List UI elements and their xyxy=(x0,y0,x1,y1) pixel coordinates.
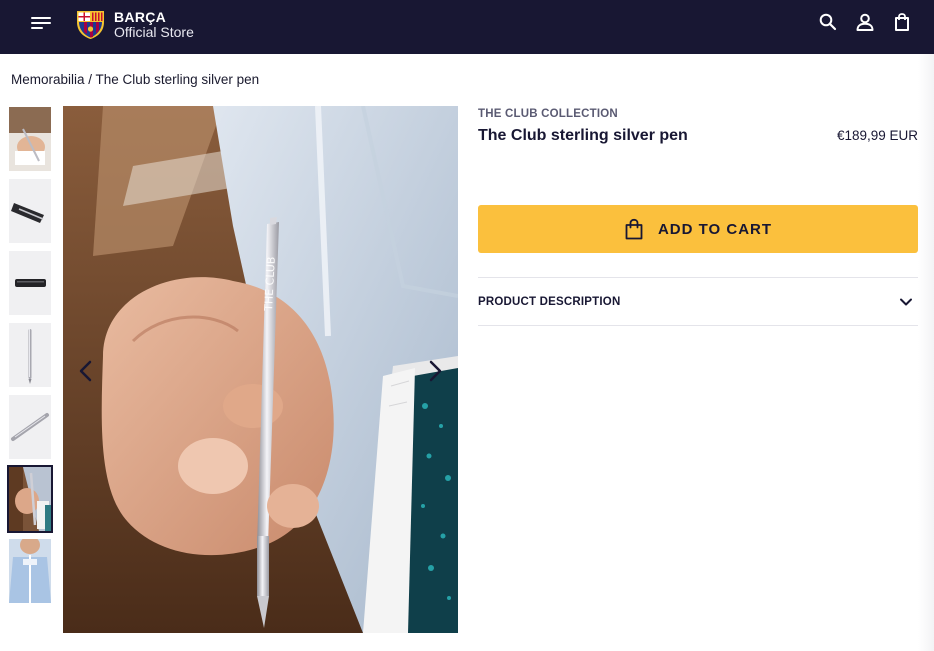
menu-icon[interactable] xyxy=(31,15,51,31)
bag-icon[interactable] xyxy=(892,12,912,32)
thumbnail-person-with-pen[interactable] xyxy=(9,539,51,603)
main-product-image: THE CLUB xyxy=(63,106,458,633)
shopping-bag-icon xyxy=(625,218,643,240)
user-icon[interactable] xyxy=(855,12,875,32)
header-actions xyxy=(818,12,912,32)
product-description-toggle[interactable]: PRODUCT DESCRIPTION xyxy=(478,277,918,326)
top-navigation-bar: BARÇA Official Store xyxy=(0,0,934,54)
chevron-left-icon[interactable] xyxy=(73,358,99,384)
thumbnail-pen-vertical[interactable] xyxy=(9,323,51,387)
product-description-label: PRODUCT DESCRIPTION xyxy=(478,295,621,308)
product-info-panel: THE CLUB COLLECTION The Club sterling si… xyxy=(478,106,918,326)
collection-label[interactable]: THE CLUB COLLECTION xyxy=(478,108,918,120)
product-price: €189,99 EUR xyxy=(836,128,918,143)
add-to-cart-label: ADD TO CART xyxy=(657,220,773,238)
breadcrumb: Memorabilia / The Club sterling silver p… xyxy=(11,72,259,87)
thumbnail-strip xyxy=(7,107,53,611)
scroll-edge-shadow xyxy=(918,54,934,651)
breadcrumb-link-memorabilia[interactable]: Memorabilia xyxy=(11,72,85,87)
product-photo: THE CLUB xyxy=(63,106,458,633)
thumbnail-pen-in-box[interactable] xyxy=(9,179,51,243)
title-row: The Club sterling silver pen €189,99 EUR xyxy=(478,127,918,145)
product-title: The Club sterling silver pen xyxy=(478,127,688,144)
thumbnail-pen-held-active[interactable] xyxy=(7,465,53,533)
thumbnail-pen-diagonal[interactable] xyxy=(9,395,51,459)
chevron-right-icon[interactable] xyxy=(422,358,448,384)
brand-name: BARÇA xyxy=(114,8,167,25)
thumbnail-pen-case[interactable] xyxy=(9,251,51,315)
chevron-down-icon xyxy=(900,298,912,305)
brand-subtitle: Official Store xyxy=(114,23,194,40)
search-icon[interactable] xyxy=(818,12,838,32)
breadcrumb-current: The Club sterling silver pen xyxy=(95,72,260,87)
breadcrumb-separator: / xyxy=(84,72,96,87)
add-to-cart-button[interactable]: ADD TO CART xyxy=(478,205,918,253)
store-logo[interactable]: BARÇA Official Store xyxy=(75,6,194,42)
thumbnail-hand-writing[interactable] xyxy=(9,107,51,171)
fc-barcelona-crest-icon xyxy=(77,11,104,39)
